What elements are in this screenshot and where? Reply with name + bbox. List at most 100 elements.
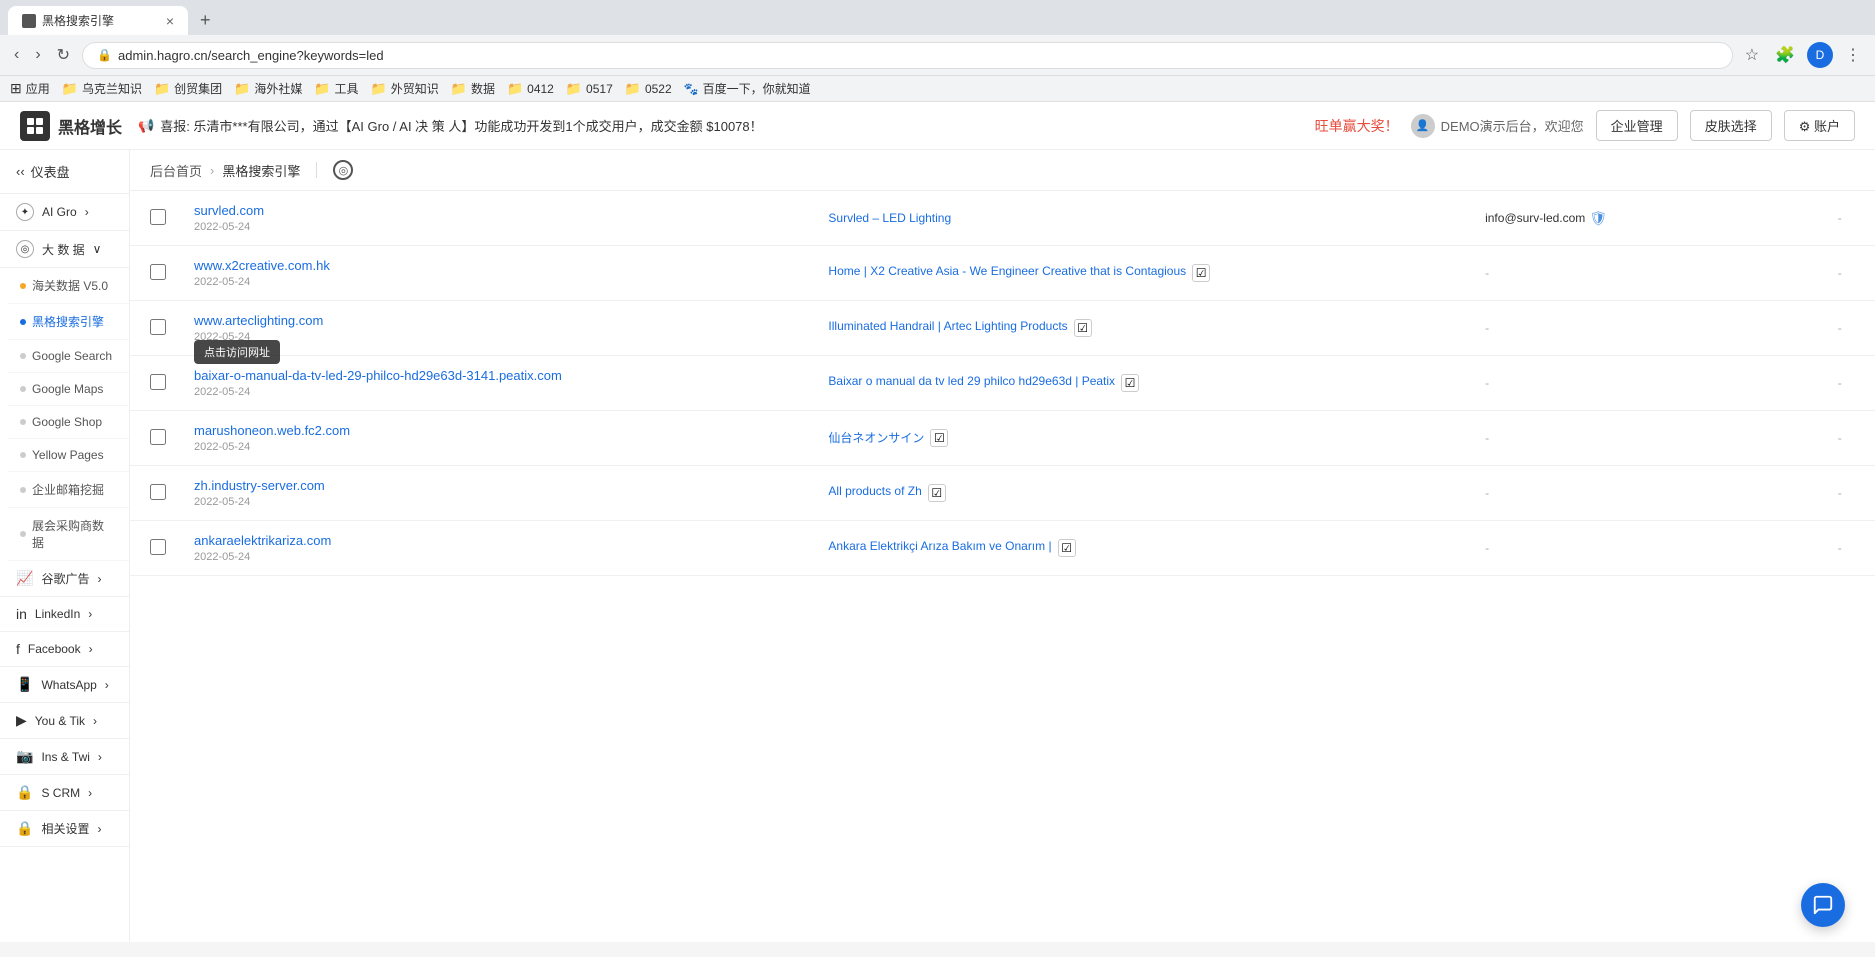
extensions-button[interactable]: 🧩 — [1771, 41, 1799, 69]
bookmark-apps[interactable]: ⊞ 应用 — [10, 80, 50, 97]
whatsapp-label: WhatsApp — [41, 678, 96, 692]
row-checkbox-3[interactable] — [150, 319, 166, 335]
page-title-7[interactable]: Ankara Elektrikçi Arıza Bakım ve Onarım … — [828, 539, 1051, 553]
bookmark-chuangmao[interactable]: 📁 创贸集团 — [154, 80, 222, 97]
bookmark-data[interactable]: 📁 数据 — [451, 80, 495, 97]
sidebar-item-scrm[interactable]: 🔒 S CRM › — [0, 775, 129, 811]
domain-name-4[interactable]: baixar-o-manual-da-tv-led-29-philco-hd29… — [194, 368, 562, 383]
menu-button[interactable]: ⋮ — [1841, 41, 1865, 69]
row-checkbox-1[interactable] — [150, 209, 166, 225]
extra-cell-6: - — [1824, 466, 1875, 521]
extra-cell-1: - — [1824, 191, 1875, 246]
scrm-label: S CRM — [41, 786, 80, 800]
table-row: marushoneon.web.fc2.com 2022-05-24 仙台ネオン… — [130, 411, 1875, 466]
sidebar-item-search-engine[interactable]: 黑格搜索引擎 — [8, 304, 129, 340]
bookmark-tools[interactable]: 📁 工具 — [314, 80, 358, 97]
sidebar-item-youtube-tiktok[interactable]: ▶ You & Tik › — [0, 703, 129, 739]
row-checkbox-7[interactable] — [150, 539, 166, 555]
bookmark-0517[interactable]: 📁 0517 — [566, 81, 613, 97]
chat-float-button[interactable] — [1801, 883, 1845, 927]
sidebar-item-google-ads[interactable]: 📈 谷歌广告 › — [0, 561, 129, 597]
sidebar-item-google-search[interactable]: Google Search — [8, 340, 129, 373]
new-tab-button[interactable]: + — [192, 6, 219, 35]
row-checkbox-4[interactable] — [150, 374, 166, 390]
page-title-6[interactable]: All products of Zh — [828, 484, 921, 498]
brand-logo: 黑格增长 — [20, 111, 122, 141]
sidebar-item-customs[interactable]: 海关数据 V5.0 — [8, 268, 129, 304]
sidebar-item-bigdata[interactable]: ◎ 大 数 据 ∨ — [0, 231, 129, 268]
dot-google-search — [20, 353, 26, 359]
sidebar-item-google-maps[interactable]: Google Maps — [8, 373, 129, 406]
google-search-label: Google Search — [32, 349, 112, 363]
bookmark-ukraine[interactable]: 📁 乌克兰知识 — [62, 80, 142, 97]
dot-email-mining — [20, 487, 26, 493]
sidebar-item-whatsapp[interactable]: 📱 WhatsApp › — [0, 667, 129, 703]
profile-button[interactable]: D — [1807, 42, 1833, 68]
expand-icon-6[interactable]: ☑ — [928, 484, 946, 502]
breadcrumb-refresh-icon[interactable]: ◎ — [333, 160, 353, 180]
red-label: 旺单赢大奖！ — [1315, 116, 1399, 136]
page-title-2[interactable]: Home | X2 Creative Asia - We Engineer Cr… — [828, 264, 1186, 278]
sidebar-item-linkedin[interactable]: in LinkedIn › — [0, 597, 129, 632]
bookmark-0412[interactable]: 📁 0412 — [507, 81, 554, 97]
sidebar-item-expo-data[interactable]: 展会采购商数据 — [8, 508, 129, 561]
browser-tab-active[interactable]: 黑格搜索引擎 × — [8, 6, 188, 35]
scrm-chevron: › — [88, 786, 92, 800]
expand-icon-4[interactable]: ☑ — [1121, 374, 1139, 392]
domain-date-1: 2022-05-24 — [194, 221, 800, 233]
sidebar-item-facebook[interactable]: f Facebook › — [0, 632, 129, 667]
domain-name-3[interactable]: www.arteclighting.com — [194, 313, 800, 328]
page-title-1[interactable]: Survled – LED Lighting — [828, 211, 951, 225]
page-title-4[interactable]: Baixar o manual da tv led 29 philco hd29… — [828, 374, 1115, 388]
bookmark-button[interactable]: ☆ — [1741, 41, 1763, 69]
page-title-3[interactable]: Illuminated Handrail | Artec Lighting Pr… — [828, 319, 1067, 333]
sidebar-item-aigro[interactable]: ✦ AI Gro › — [0, 194, 129, 231]
bookmark-trade[interactable]: 📁 外贸知识 — [371, 80, 439, 97]
domain-name-7[interactable]: ankaraelektrikariza.com — [194, 533, 800, 548]
domain-date-2: 2022-05-24 — [194, 276, 800, 288]
domain-name-2[interactable]: www.x2creative.com.hk — [194, 258, 800, 273]
expand-icon-2[interactable]: ☑ — [1192, 264, 1210, 282]
row-checkbox-2[interactable] — [150, 264, 166, 280]
forward-button[interactable]: › — [31, 42, 44, 68]
sidebar-item-ins-twitter[interactable]: 📷 Ins & Twi › — [0, 739, 129, 775]
sidebar-dashboard-header[interactable]: ‹‹ 仪表盘 — [0, 150, 129, 194]
tab-close-button[interactable]: × — [166, 13, 174, 29]
domain-name-1[interactable]: survled.com — [194, 203, 800, 218]
bigdata-label: 大 数 据 — [42, 241, 85, 258]
address-bar[interactable]: 🔒 admin.hagro.cn/search_engine?keywords=… — [82, 42, 1733, 69]
expand-icon-5[interactable]: ☑ — [930, 429, 948, 447]
bookmark-baidu[interactable]: 🐾 百度一下，你就知道 — [684, 80, 811, 97]
apps-icon: ⊞ — [10, 80, 22, 97]
table-row: survled.com 2022-05-24 Survled – LED Lig… — [130, 191, 1875, 246]
reload-button[interactable]: ↻ — [53, 41, 74, 69]
baidu-icon: 🐾 — [684, 82, 699, 96]
back-button[interactable]: ‹ — [10, 42, 23, 68]
row-checkbox-6[interactable] — [150, 484, 166, 500]
bookmark-0522[interactable]: 📁 0522 — [625, 81, 672, 97]
sidebar-item-email-mining[interactable]: 企业邮箱挖掘 — [8, 472, 129, 508]
expo-data-label: 展会采购商数据 — [32, 517, 113, 551]
row-checkbox-cell — [130, 521, 180, 576]
domain-name-6[interactable]: zh.industry-server.com — [194, 478, 800, 493]
demo-text: DEMO演示后台，欢迎您 — [1441, 116, 1584, 135]
brand-name: 黑格增长 — [58, 114, 122, 138]
row-checkbox-5[interactable] — [150, 429, 166, 445]
tab-favicon — [22, 14, 36, 28]
skin-btn[interactable]: 皮肤选择 — [1690, 110, 1772, 141]
sidebar-item-google-shop[interactable]: Google Shop — [8, 406, 129, 439]
sidebar-item-settings[interactable]: 🔒 相关设置 › — [0, 811, 129, 847]
bookmark-social[interactable]: 📁 海外社媒 — [234, 80, 302, 97]
results-table: survled.com 2022-05-24 Survled – LED Lig… — [130, 191, 1875, 576]
domain-name-5[interactable]: marushoneon.web.fc2.com — [194, 423, 800, 438]
account-btn[interactable]: ⚙ 账户 — [1784, 110, 1855, 141]
expand-icon-7[interactable]: ☑ — [1058, 539, 1076, 557]
expand-icon-3[interactable]: ☑ — [1074, 319, 1092, 337]
sidebar-item-yellow-pages[interactable]: Yellow Pages — [8, 439, 129, 472]
page-title-5[interactable]: 仙台ネオンサイン​ — [828, 429, 924, 446]
domain-cell-6: zh.industry-server.com 2022-05-24 — [180, 466, 814, 521]
enterprise-btn[interactable]: 企业管理 — [1596, 110, 1678, 141]
extra-cell-7: - — [1824, 521, 1875, 576]
shield-icon-1: 🛡 — [1589, 210, 1607, 227]
breadcrumb-home[interactable]: 后台首页 — [150, 161, 202, 180]
